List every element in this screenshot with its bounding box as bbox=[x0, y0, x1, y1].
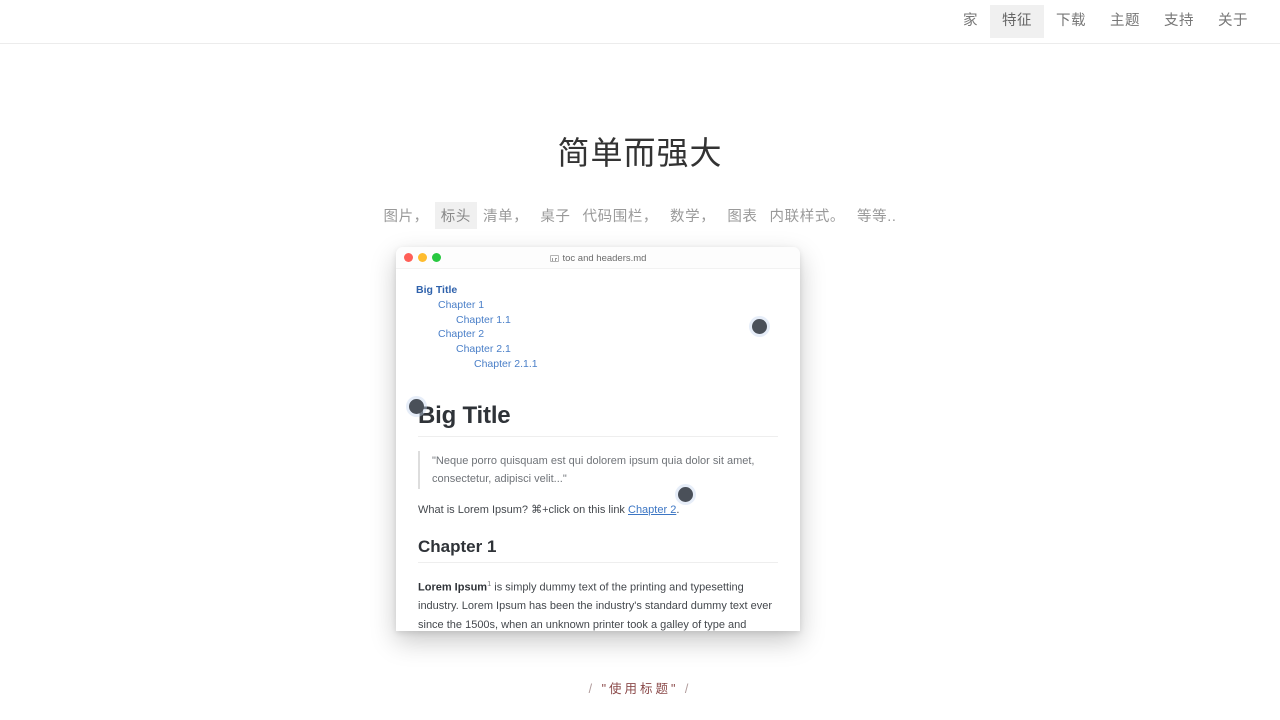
feature-tag-headers[interactable]: 标头 bbox=[434, 202, 477, 229]
feature-tag-images[interactable]: 图片， bbox=[377, 202, 434, 229]
top-navigation-bar: 家 特征 下载 主题 支持 关于 bbox=[0, 0, 1280, 44]
document-inline-link[interactable]: Chapter 2 bbox=[628, 504, 676, 516]
toc-link-chapter-2-1-1[interactable]: Chapter 2.1.1 bbox=[474, 357, 800, 372]
feature-tag-diagrams[interactable]: 图表 bbox=[721, 202, 763, 229]
feature-tag-inline-styles[interactable]: 内联样式。 bbox=[764, 202, 852, 229]
feature-tag-etc[interactable]: 等等.. bbox=[851, 202, 902, 229]
cursor-dot-title bbox=[409, 399, 424, 414]
window-title-group: toc and headers.md bbox=[396, 247, 800, 269]
cursor-dot-toc bbox=[752, 319, 767, 334]
page-title: 简单而强大 bbox=[557, 135, 723, 171]
feature-tag-lists[interactable]: 清单， bbox=[477, 202, 534, 229]
paragraph-bold-term: Lorem Ipsum bbox=[418, 581, 488, 594]
nav-item-about[interactable]: 关于 bbox=[1206, 5, 1260, 38]
feature-tag-code-fences[interactable]: 代码围栏， bbox=[577, 202, 665, 229]
nav-item-home[interactable]: 家 bbox=[951, 5, 990, 38]
cursor-dot-link bbox=[678, 487, 693, 502]
app-window-screenshot: toc and headers.md Big Title Chapter 1 C… bbox=[396, 247, 800, 631]
toc-link-chapter-1-1[interactable]: Chapter 1.1 bbox=[456, 313, 800, 328]
nav-item-download[interactable]: 下载 bbox=[1044, 5, 1098, 38]
nav-list: 家 特征 下载 主题 支持 关于 bbox=[951, 0, 1260, 43]
nav-item-themes[interactable]: 主题 bbox=[1098, 5, 1152, 38]
footer-right-slash: / bbox=[684, 682, 692, 696]
toc-link-chapter-2-1[interactable]: Chapter 2.1 bbox=[456, 342, 800, 357]
toc-link-chapter-2[interactable]: Chapter 2 bbox=[438, 327, 800, 342]
window-title: toc and headers.md bbox=[562, 252, 647, 264]
paragraph-intro-text: What is Lorem Ipsum? ⌘+click on this lin… bbox=[418, 503, 628, 516]
table-of-contents: Big Title Chapter 1 Chapter 1.1 Chapter … bbox=[396, 269, 800, 372]
document-blockquote: "Neque porro quisquam est qui dolorem ip… bbox=[418, 450, 768, 489]
markdown-file-icon bbox=[549, 254, 559, 262]
document-heading-1: Big Title bbox=[418, 402, 778, 437]
toc-link-chapter-1[interactable]: Chapter 1 bbox=[438, 298, 800, 313]
nav-item-support[interactable]: 支持 bbox=[1152, 5, 1206, 38]
footer-left-slash: / bbox=[588, 682, 596, 696]
feature-tag-math[interactable]: 数学， bbox=[664, 202, 721, 229]
footer-caption: / "使用标题" / bbox=[0, 678, 1280, 697]
feature-tag-tables[interactable]: 桌子 bbox=[534, 202, 576, 229]
document-heading-2: Chapter 1 bbox=[418, 537, 778, 564]
document-body: Big Title "Neque porro quisquam est qui … bbox=[396, 402, 800, 631]
nav-item-features[interactable]: 特征 bbox=[990, 4, 1044, 39]
document-paragraph-link-hint: What is Lorem Ipsum? ⌘+click on this lin… bbox=[418, 501, 778, 520]
paragraph-end-text: . bbox=[676, 503, 680, 516]
document-paragraph-body: Lorem Ipsum1 is simply dummy text of the… bbox=[418, 575, 778, 631]
footer-text: "使用标题" bbox=[601, 682, 679, 696]
feature-tag-row: 图片， 标头 清单， 桌子 代码围栏， 数学， 图表 内联样式。 等等.. bbox=[0, 202, 1280, 229]
window-titlebar: toc and headers.md bbox=[396, 247, 800, 269]
toc-link-big-title[interactable]: Big Title bbox=[416, 283, 800, 298]
